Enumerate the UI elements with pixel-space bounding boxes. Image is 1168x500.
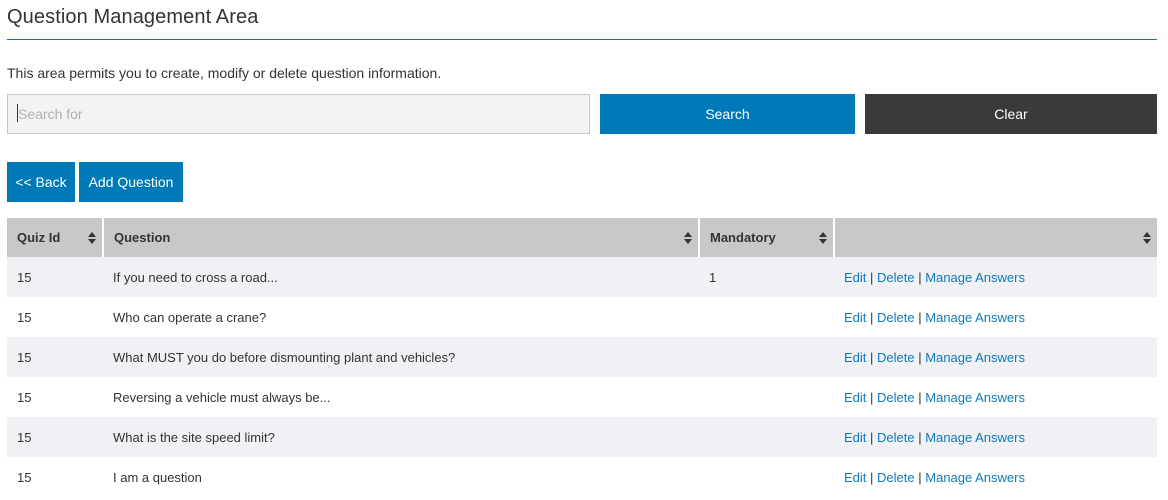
actions-cell: Edit | Delete | Manage Answers: [834, 417, 1157, 457]
mandatory-cell: [699, 337, 834, 377]
edit-link[interactable]: Edit: [844, 430, 866, 445]
page-description: This area permits you to create, modify …: [7, 65, 442, 81]
actions-cell: Edit | Delete | Manage Answers: [834, 297, 1157, 337]
delete-link[interactable]: Delete: [877, 430, 915, 445]
link-separator: |: [870, 309, 874, 325]
edit-link[interactable]: Edit: [844, 390, 866, 405]
question-cell: I am a question: [103, 457, 699, 497]
actions-cell: Edit | Delete | Manage Answers: [834, 377, 1157, 417]
question-cell: Who can operate a crane?: [103, 297, 699, 337]
link-separator: |: [918, 469, 922, 485]
delete-link[interactable]: Delete: [877, 350, 915, 365]
sort-icon: [819, 231, 827, 244]
link-separator: |: [918, 309, 922, 325]
manage-answers-link[interactable]: Manage Answers: [925, 390, 1025, 405]
table-header-row: Quiz Id Question Mandatory: [7, 218, 1157, 257]
mandatory-cell: 1: [699, 257, 834, 297]
edit-link[interactable]: Edit: [844, 350, 866, 365]
manage-answers-link[interactable]: Manage Answers: [925, 430, 1025, 445]
manage-answers-link[interactable]: Manage Answers: [925, 470, 1025, 485]
edit-link[interactable]: Edit: [844, 310, 866, 325]
quiz-id-cell: 15: [7, 457, 103, 497]
page-title: Question Management Area: [7, 6, 259, 28]
mandatory-cell: [699, 297, 834, 337]
delete-link[interactable]: Delete: [877, 270, 915, 285]
delete-link[interactable]: Delete: [877, 310, 915, 325]
back-button[interactable]: << Back: [7, 162, 75, 202]
link-separator: |: [870, 469, 874, 485]
link-separator: |: [918, 269, 922, 285]
search-input[interactable]: [7, 94, 590, 134]
quiz-id-cell: 15: [7, 417, 103, 457]
questions-table: Quiz Id Question Mandatory 15 If you need…: [7, 218, 1157, 497]
link-separator: |: [918, 389, 922, 405]
actions-cell: Edit | Delete | Manage Answers: [834, 457, 1157, 497]
sort-icon: [684, 231, 692, 244]
delete-link[interactable]: Delete: [877, 390, 915, 405]
mandatory-cell: [699, 377, 834, 417]
column-header-question[interactable]: Question: [103, 218, 700, 257]
question-cell: If you need to cross a road...: [103, 257, 699, 297]
link-separator: |: [870, 429, 874, 445]
delete-link[interactable]: Delete: [877, 470, 915, 485]
link-separator: |: [870, 389, 874, 405]
link-separator: |: [918, 349, 922, 365]
table-row: 15 I am a question Edit | Delete | Manage …: [7, 457, 1157, 497]
text-cursor: [17, 104, 18, 122]
link-separator: |: [870, 349, 874, 365]
quiz-id-cell: 15: [7, 377, 103, 417]
sort-icon: [1143, 231, 1151, 244]
table-row: 15 If you need to cross a road... 1 Edit | …: [7, 257, 1157, 297]
link-separator: |: [918, 429, 922, 445]
column-header-actions[interactable]: [834, 218, 1157, 257]
search-button[interactable]: Search: [600, 94, 855, 134]
manage-answers-link[interactable]: Manage Answers: [925, 310, 1025, 325]
table-row: 15 What MUST you do before dismounting pl…: [7, 337, 1157, 377]
manage-answers-link[interactable]: Manage Answers: [925, 350, 1025, 365]
mandatory-cell: [699, 417, 834, 457]
title-divider: [7, 39, 1157, 40]
question-cell: Reversing a vehicle must always be...: [103, 377, 699, 417]
question-cell: What MUST you do before dismounting plan…: [103, 337, 699, 377]
edit-link[interactable]: Edit: [844, 270, 866, 285]
edit-link[interactable]: Edit: [844, 470, 866, 485]
add-question-button[interactable]: Add Question: [79, 162, 183, 202]
actions-cell: Edit | Delete | Manage Answers: [834, 337, 1157, 377]
actions-cell: Edit | Delete | Manage Answers: [834, 257, 1157, 297]
quiz-id-cell: 15: [7, 337, 103, 377]
clear-button[interactable]: Clear: [865, 94, 1157, 134]
column-header-quiz-id[interactable]: Quiz Id: [7, 218, 104, 257]
mandatory-cell: [699, 457, 834, 497]
table-row: 15 Who can operate a crane? Edit | Delete …: [7, 297, 1157, 337]
question-cell: What is the site speed limit?: [103, 417, 699, 457]
quiz-id-cell: 15: [7, 297, 103, 337]
column-header-mandatory[interactable]: Mandatory: [699, 218, 835, 257]
manage-answers-link[interactable]: Manage Answers: [925, 270, 1025, 285]
quiz-id-cell: 15: [7, 257, 103, 297]
link-separator: |: [870, 269, 874, 285]
table-row: 15 What is the site speed limit? Edit | De…: [7, 417, 1157, 457]
table-row: 15 Reversing a vehicle must always be... E…: [7, 377, 1157, 417]
sort-icon: [88, 231, 96, 244]
